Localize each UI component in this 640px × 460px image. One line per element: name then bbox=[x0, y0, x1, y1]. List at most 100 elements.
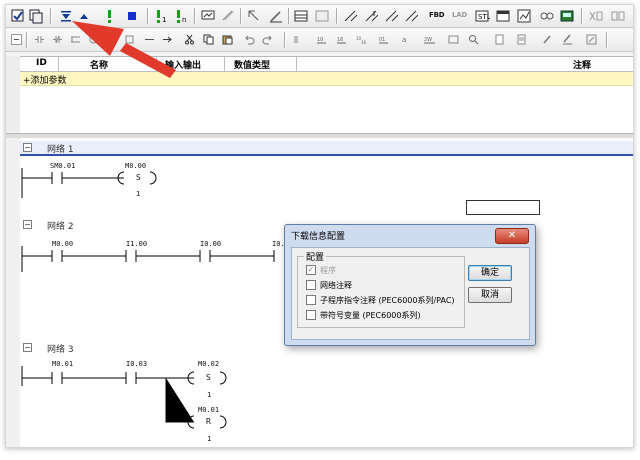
close-button[interactable]: ✕ bbox=[495, 228, 529, 244]
collapse-icon[interactable]: − bbox=[23, 343, 32, 352]
stepn-icon[interactable]: n bbox=[174, 8, 190, 24]
minus-box-icon[interactable] bbox=[11, 34, 22, 45]
config-group: 配置 ✓ 程序 网络注释 子程序指令注释 (PEC6000系列/PAC) 带符号变… bbox=[297, 250, 465, 328]
separator bbox=[288, 8, 290, 24]
format-dec-icon[interactable]: 1016 bbox=[356, 34, 367, 45]
insert-branch-icon[interactable] bbox=[70, 34, 81, 45]
edit-toolbar: 10 16 10 16 01 a 2W bbox=[6, 29, 633, 52]
net1-rung bbox=[21, 168, 157, 198]
redo-icon[interactable] bbox=[262, 34, 273, 45]
main-toolbar: 1 n FBD LAD STL bbox=[6, 5, 633, 28]
option-subroutine-comment[interactable]: 子程序指令注释 (PEC6000系列/PAC) bbox=[306, 294, 455, 306]
contact-x-icon[interactable] bbox=[404, 8, 420, 24]
format-2w-icon[interactable]: 2W bbox=[424, 34, 435, 45]
checkbox-checked-icon[interactable]: ✓ bbox=[306, 264, 316, 275]
check-icon[interactable] bbox=[10, 8, 26, 24]
grid-icon[interactable] bbox=[314, 8, 330, 24]
format-bin-icon[interactable]: 01 bbox=[378, 34, 389, 45]
format-char-icon[interactable]: a bbox=[400, 34, 411, 45]
paste-icon[interactable] bbox=[222, 34, 233, 45]
plc-icon[interactable] bbox=[559, 8, 575, 24]
tool-icon[interactable] bbox=[448, 34, 459, 45]
col-io-header[interactable]: 输入输出 bbox=[165, 58, 201, 71]
pencil-line-icon[interactable] bbox=[562, 34, 573, 45]
option-signed-var[interactable]: 带符号变量 (PEC6000系列) bbox=[306, 309, 421, 321]
svg-text:n: n bbox=[182, 16, 186, 24]
chart-icon[interactable] bbox=[516, 8, 532, 24]
download-config-dialog: 下载信息配置 ✕ 配置 ✓ 程序 网络注释 子程序指令注释 (PEC6000系列/… bbox=[284, 224, 536, 346]
contact-neg-icon[interactable] bbox=[384, 8, 400, 24]
pencil-icon[interactable] bbox=[542, 34, 553, 45]
lad-button[interactable]: LAD bbox=[452, 11, 467, 19]
insert-coil-icon[interactable] bbox=[88, 34, 99, 45]
col-dtype-header[interactable]: 数值类型 bbox=[234, 58, 270, 71]
network-2-title: 网络 2 bbox=[47, 222, 74, 232]
page-icon[interactable] bbox=[494, 34, 505, 45]
option-program[interactable]: ✓ 程序 bbox=[306, 264, 336, 276]
ok-button[interactable]: 确定 bbox=[468, 265, 512, 281]
net3-coil-1-count: 1 bbox=[207, 391, 212, 399]
pointer-icon[interactable] bbox=[246, 8, 262, 24]
contact-icon[interactable] bbox=[343, 8, 359, 24]
add-param-row[interactable]: +添加参数 bbox=[20, 72, 633, 86]
checkbox-icon[interactable] bbox=[306, 309, 316, 320]
pen-icon[interactable] bbox=[268, 8, 284, 24]
cancel-button[interactable]: 取消 bbox=[468, 287, 512, 303]
checkbox-icon[interactable] bbox=[306, 279, 316, 290]
insert-line-icon[interactable] bbox=[144, 34, 155, 45]
col-name-header[interactable]: 名称 bbox=[90, 58, 108, 71]
network-1-header[interactable]: − 网络 1 bbox=[20, 141, 633, 156]
collapse-icon[interactable]: − bbox=[23, 143, 32, 152]
page2-icon[interactable] bbox=[516, 34, 527, 45]
insert-ncontact-icon[interactable] bbox=[52, 34, 63, 45]
checkbox-icon[interactable] bbox=[306, 294, 316, 305]
svg-text:1: 1 bbox=[162, 16, 166, 24]
monitor-icon[interactable] bbox=[200, 8, 216, 24]
force-icon[interactable] bbox=[220, 8, 236, 24]
arrow-right-icon[interactable] bbox=[162, 34, 173, 45]
insert-block-icon[interactable] bbox=[124, 34, 135, 45]
net3-coil-2-count: 1 bbox=[207, 435, 212, 443]
search-icon[interactable] bbox=[468, 34, 479, 45]
separator bbox=[50, 8, 52, 24]
export-icon[interactable] bbox=[586, 34, 597, 45]
run-icon[interactable] bbox=[101, 8, 117, 24]
network-3-title: 网络 3 bbox=[47, 345, 74, 355]
compile-icon[interactable] bbox=[28, 8, 44, 24]
upload-icon[interactable] bbox=[76, 8, 92, 24]
svg-text:STL: STL bbox=[478, 13, 490, 21]
separator bbox=[147, 8, 149, 24]
col-id-header[interactable]: ID bbox=[36, 58, 47, 68]
var-table-header: ID 名称 输入输出 数值类型 注释 bbox=[20, 57, 633, 72]
option-network-comment[interactable]: 网络注释 bbox=[306, 279, 352, 291]
insert-contact-icon[interactable] bbox=[34, 34, 45, 45]
align-icon[interactable] bbox=[293, 34, 304, 45]
col-divider bbox=[296, 57, 297, 71]
link-icon[interactable] bbox=[539, 8, 555, 24]
fbd-button[interactable]: FBD bbox=[429, 11, 445, 19]
empty-input-box[interactable] bbox=[466, 200, 540, 215]
insert-rung-icon[interactable] bbox=[106, 34, 117, 45]
download-icon[interactable] bbox=[58, 8, 74, 24]
copy-icon[interactable] bbox=[203, 34, 214, 45]
format-10-icon[interactable]: 10 bbox=[316, 34, 327, 45]
compare-icon[interactable] bbox=[588, 8, 604, 24]
compare2-icon[interactable] bbox=[610, 8, 626, 24]
collapse-icon[interactable]: − bbox=[23, 220, 32, 229]
add-param-label[interactable]: +添加参数 bbox=[23, 73, 67, 86]
stl-view-icon[interactable]: STL bbox=[474, 8, 490, 24]
net1-coil-count: 1 bbox=[136, 190, 141, 198]
col-comment-header[interactable]: 注释 bbox=[573, 58, 591, 71]
close-icon: ✕ bbox=[507, 230, 517, 241]
format-16-icon[interactable]: 16 bbox=[336, 34, 347, 45]
step1-icon[interactable]: 1 bbox=[154, 8, 170, 24]
stop-icon[interactable] bbox=[124, 8, 140, 24]
separator bbox=[26, 32, 28, 48]
cut-icon[interactable] bbox=[184, 34, 195, 45]
option-signed-var-label: 带符号变量 (PEC6000系列) bbox=[320, 311, 421, 320]
contact-pos-icon[interactable] bbox=[364, 8, 380, 24]
window-icon[interactable] bbox=[495, 8, 511, 24]
undo-icon[interactable] bbox=[244, 34, 255, 45]
network-1-title: 网络 1 bbox=[47, 145, 74, 155]
table-icon[interactable] bbox=[293, 8, 309, 24]
